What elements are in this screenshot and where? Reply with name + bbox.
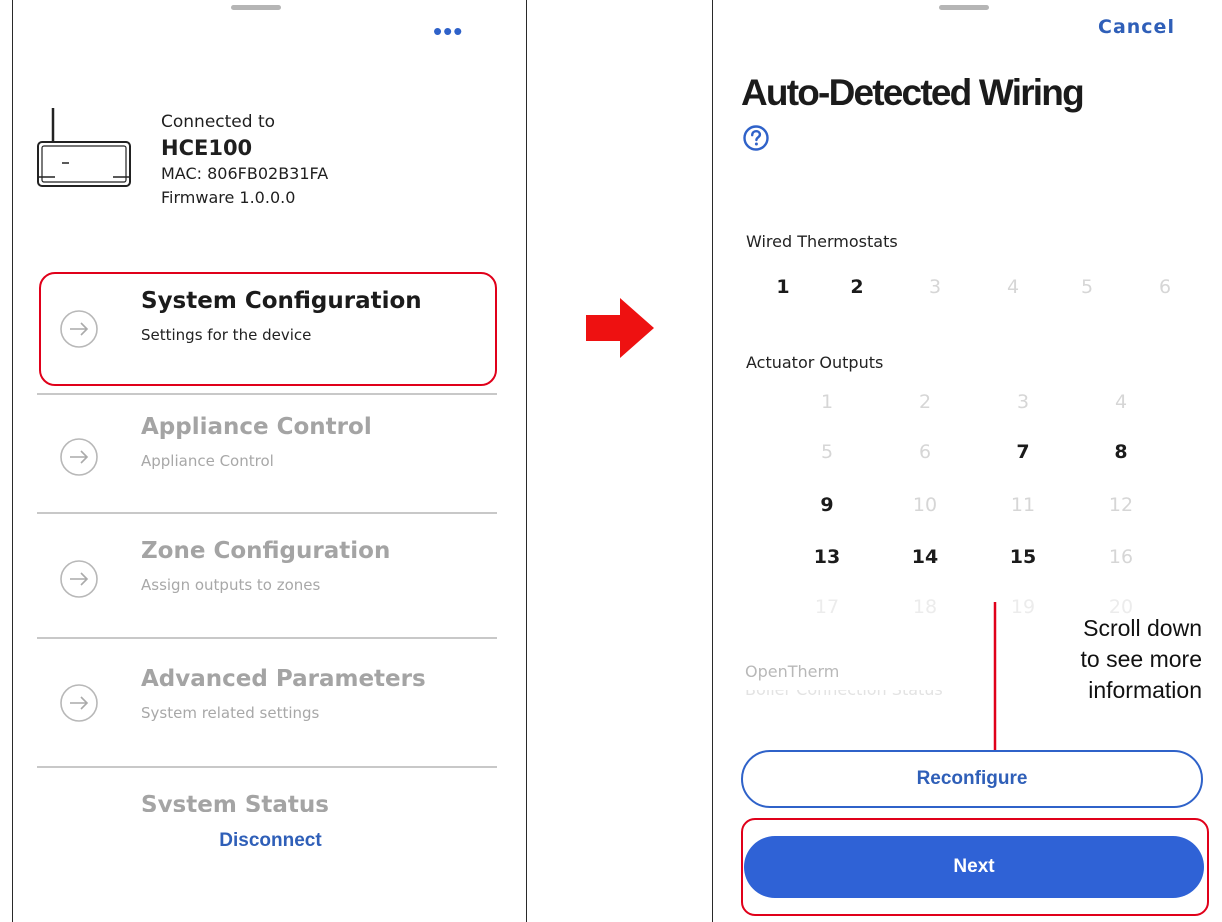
annotation-line: to see more — [1080, 646, 1202, 672]
actuator-slot: 16 — [1108, 546, 1134, 568]
wifi-router-icon — [37, 108, 131, 187]
actuator-slot: 1 — [820, 391, 834, 413]
section-label-wired-thermostats: Wired Thermostats — [746, 232, 898, 251]
actuator-slot: 10 — [912, 494, 938, 516]
arrow-circle-icon — [60, 684, 98, 722]
section-label-actuator-outputs: Actuator Outputs — [746, 353, 884, 372]
disconnect-button[interactable]: Disconnect — [13, 830, 526, 852]
menu-item-zone-configuration[interactable]: Zone Configuration Assign outputs to zon… — [37, 520, 497, 638]
actuator-slot: 11 — [1010, 494, 1036, 516]
firmware-version: Firmware 1.0.0.0 — [161, 188, 296, 207]
actuator-slot: 9 — [820, 494, 834, 516]
right-arrow-icon — [586, 298, 654, 358]
actuator-slot: 12 — [1108, 494, 1134, 516]
actuator-slot: 14 — [911, 546, 939, 568]
thermostat-slot: 3 — [928, 276, 942, 298]
reconfigure-button[interactable]: Reconfigure — [741, 750, 1203, 808]
menu-divider — [37, 766, 497, 768]
annotation-line: Scroll down — [1083, 615, 1202, 641]
menu-subtitle: Assign outputs to zones — [141, 576, 321, 594]
menu-item-system-configuration[interactable]: System Configuration Settings for the de… — [37, 270, 497, 388]
sheet-grabber[interactable] — [939, 5, 989, 10]
mac-address: MAC: 806FB02B31FA — [161, 164, 329, 183]
actuator-slot: 5 — [820, 441, 834, 463]
thermostat-slot: 6 — [1158, 276, 1172, 298]
menu-title: Zone Configuration — [141, 538, 391, 564]
device-name: HCE100 — [161, 136, 253, 160]
sheet-grabber[interactable] — [231, 5, 281, 10]
menu-subtitle: Appliance Control — [141, 452, 274, 470]
section-label-opentherm: OpenTherm — [745, 662, 840, 681]
thermostat-slot: 4 — [1006, 276, 1020, 298]
thermostat-slot: 2 — [850, 276, 864, 298]
menu-title: Appliance Control — [141, 414, 372, 440]
menu-subtitle: Settings for the device — [141, 326, 312, 344]
page-title: Auto-Detected Wiring — [741, 72, 1085, 113]
actuator-slot: 7 — [1016, 441, 1030, 463]
menu-item-advanced-parameters[interactable]: Advanced Parameters System related setti… — [37, 644, 497, 762]
actuator-slot: 3 — [1016, 391, 1030, 413]
left-phone-screen: ••• Connected to HCE100 MAC: 806FB02B31F… — [12, 0, 527, 922]
menu-divider — [37, 637, 497, 639]
menu-item-system-status[interactable]: System Status — [37, 772, 497, 812]
menu-divider — [37, 512, 497, 514]
scroll-annotation: Scroll down to see more information — [992, 613, 1202, 706]
actuator-slot: 13 — [813, 546, 841, 568]
actuator-slot: 4 — [1114, 391, 1128, 413]
thermostat-slot: 5 — [1080, 276, 1094, 298]
actuator-slot: 6 — [918, 441, 932, 463]
actuator-slot: 8 — [1114, 441, 1128, 463]
next-button[interactable]: Next — [744, 836, 1204, 898]
connection-info: Connected to HCE100 MAC: 806FB02B31FA Fi… — [161, 110, 328, 210]
actuator-slot: 15 — [1009, 546, 1037, 568]
cancel-button[interactable]: Cancel — [1098, 16, 1175, 38]
help-circle-icon[interactable] — [741, 123, 771, 153]
more-dots-icon[interactable]: ••• — [433, 18, 463, 44]
arrow-circle-icon — [60, 310, 98, 348]
menu-subtitle: System related settings — [141, 704, 320, 722]
menu-title: System Status — [141, 792, 329, 812]
connected-label: Connected to — [161, 112, 276, 132]
cutoff-text-label: Boiler Connection Status — [745, 690, 995, 699]
actuator-slot: 17 — [814, 596, 840, 618]
actuator-slot: 2 — [918, 391, 932, 413]
actuator-slot: 18 — [912, 596, 938, 618]
menu-title: System Configuration — [141, 288, 422, 314]
menu-title: Advanced Parameters — [141, 666, 426, 692]
cutoff-text: Boiler Connection Status — [745, 690, 995, 700]
annotation-line: information — [1088, 677, 1202, 703]
thermostat-slot: 1 — [776, 276, 790, 298]
arrow-circle-icon — [60, 438, 98, 476]
menu-item-appliance-control[interactable]: Appliance Control Appliance Control — [37, 398, 497, 516]
menu-divider — [37, 393, 497, 395]
arrow-circle-icon — [60, 560, 98, 598]
